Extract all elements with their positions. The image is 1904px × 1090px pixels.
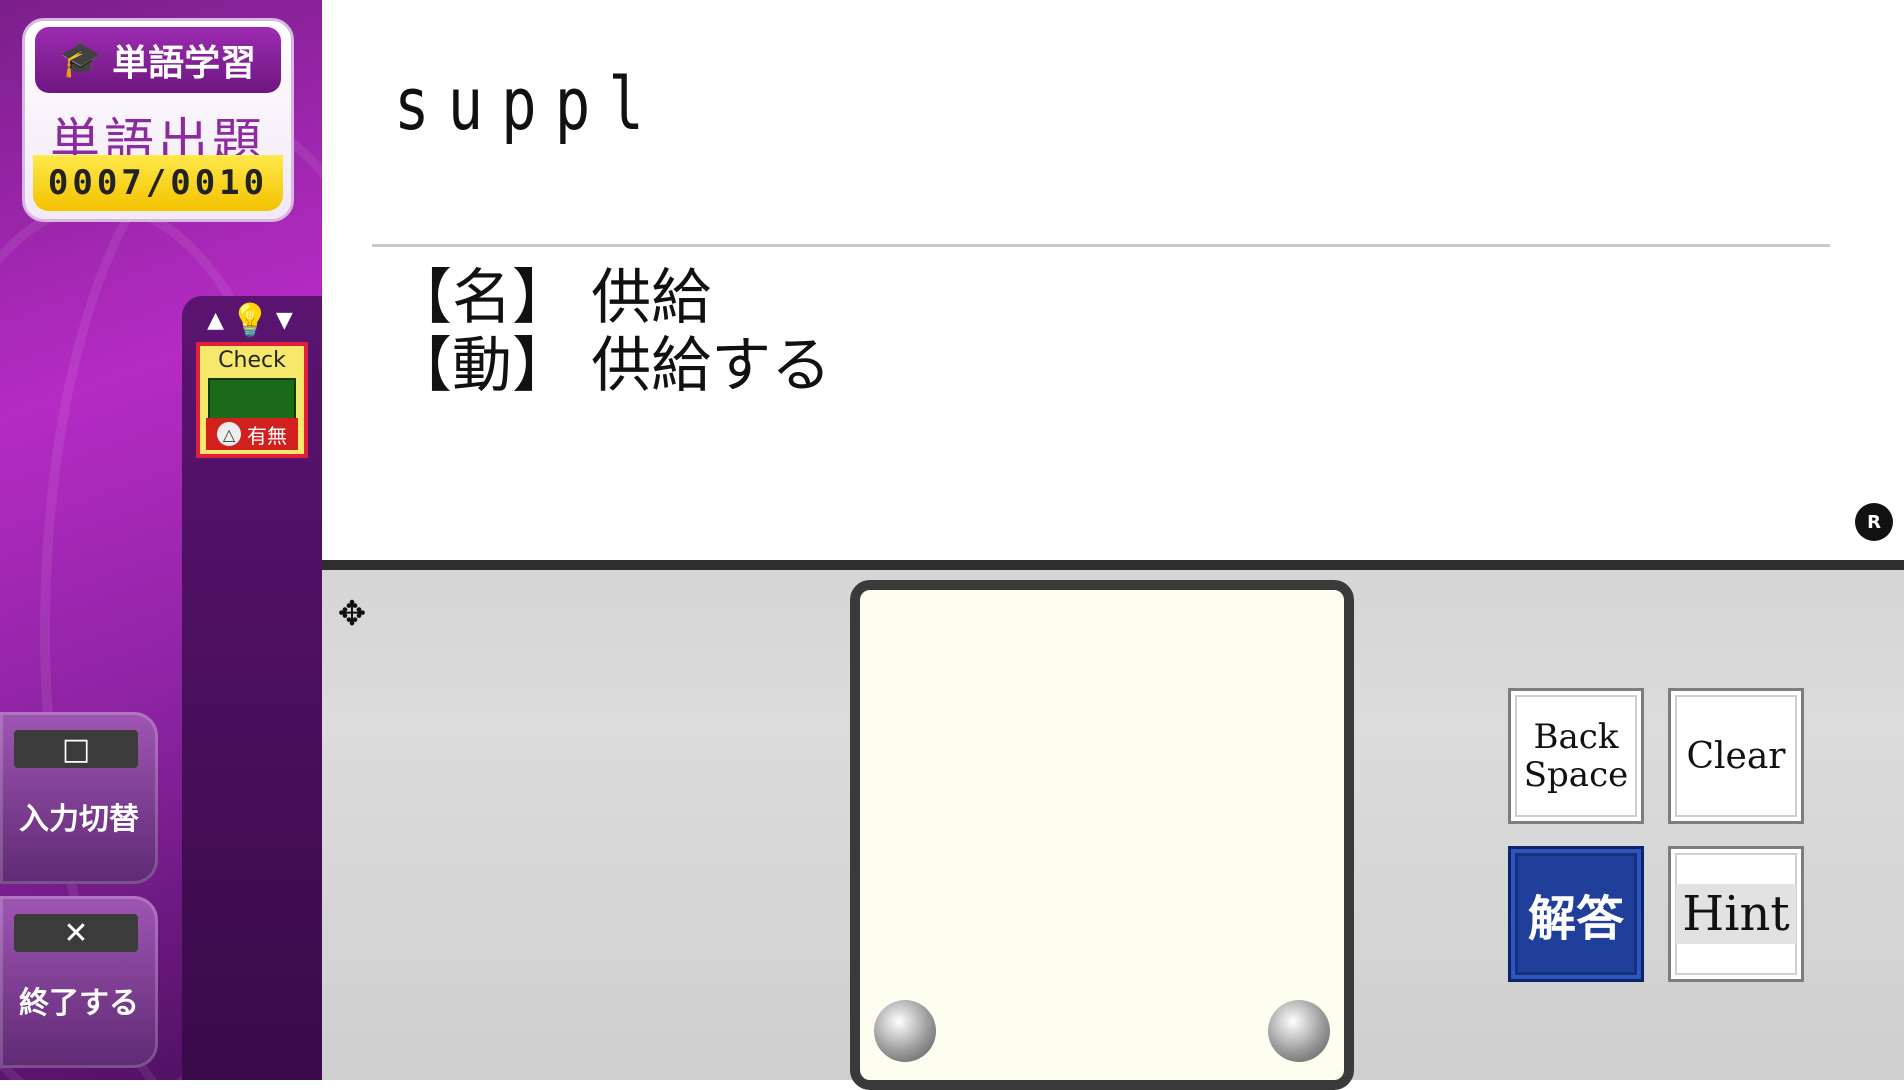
quit-button[interactable]: ✕ 終了する xyxy=(0,896,158,1068)
input-mode-label: 入力切替 xyxy=(19,802,139,837)
check-panel[interactable]: Check △ 有無 xyxy=(196,342,308,458)
definition-line: 【名】 供給 xyxy=(392,263,712,333)
backspace-label-line1: Back xyxy=(1533,717,1619,757)
hint-button[interactable]: Hint xyxy=(1668,846,1804,982)
check-toggle[interactable]: △ 有無 xyxy=(206,418,298,450)
check-indicator xyxy=(208,378,296,422)
definition-line: 【動】 供給する xyxy=(392,331,832,401)
answer-button[interactable]: 解答 xyxy=(1508,846,1644,982)
triangle-button-icon: △ xyxy=(217,422,241,446)
input-area: ✥ Back Space Clear 解答 Hint xyxy=(322,560,1904,1090)
r-button-icon: R xyxy=(1855,503,1893,541)
backspace-button[interactable]: Back Space xyxy=(1508,688,1644,824)
app-title: 単語学習 xyxy=(112,43,257,84)
cross-button-icon: ✕ xyxy=(14,914,138,952)
sidebar: 🎓 単語学習 単語出題 0007/0010 ▲ 💡 ▼ Check △ 有無 □… xyxy=(0,0,322,1080)
divider xyxy=(372,244,1830,247)
quit-label: 終了する xyxy=(19,986,139,1021)
pad-knob-icon xyxy=(874,1000,936,1062)
pad-knob-icon xyxy=(1268,1000,1330,1062)
question-counter: 0007/0010 xyxy=(33,155,283,211)
check-selector[interactable]: ▲ 💡 ▼ xyxy=(207,301,293,339)
r-button-indicator: R xyxy=(1852,494,1896,550)
title-card: 🎓 単語学習 単語出題 0007/0010 xyxy=(22,18,294,222)
definitions: 【名】 供給 【動】 供給する xyxy=(392,264,831,400)
check-toggle-label: 有無 xyxy=(247,423,287,448)
arrow-down-icon[interactable]: ▼ xyxy=(276,308,293,333)
hint-label: Hint xyxy=(1676,884,1796,944)
clear-button[interactable]: Clear xyxy=(1668,688,1804,824)
question-display: suppl 【名】 供給 【動】 供給する R xyxy=(322,0,1904,560)
arrow-up-icon[interactable]: ▲ xyxy=(207,308,224,333)
move-cross-icon[interactable]: ✥ xyxy=(332,584,372,644)
app-title-bar: 🎓 単語学習 xyxy=(35,27,281,93)
backspace-label-line2: Space xyxy=(1523,755,1629,795)
typed-answer: suppl xyxy=(394,62,662,146)
square-button-icon: □ xyxy=(14,730,138,768)
lightbulb-icon: 💡 xyxy=(230,301,270,339)
cap-logo-icon: 🎓 xyxy=(59,40,103,80)
handwriting-pad[interactable] xyxy=(850,580,1354,1090)
input-mode-button[interactable]: □ 入力切替 xyxy=(0,712,158,884)
check-label: Check xyxy=(218,348,286,373)
